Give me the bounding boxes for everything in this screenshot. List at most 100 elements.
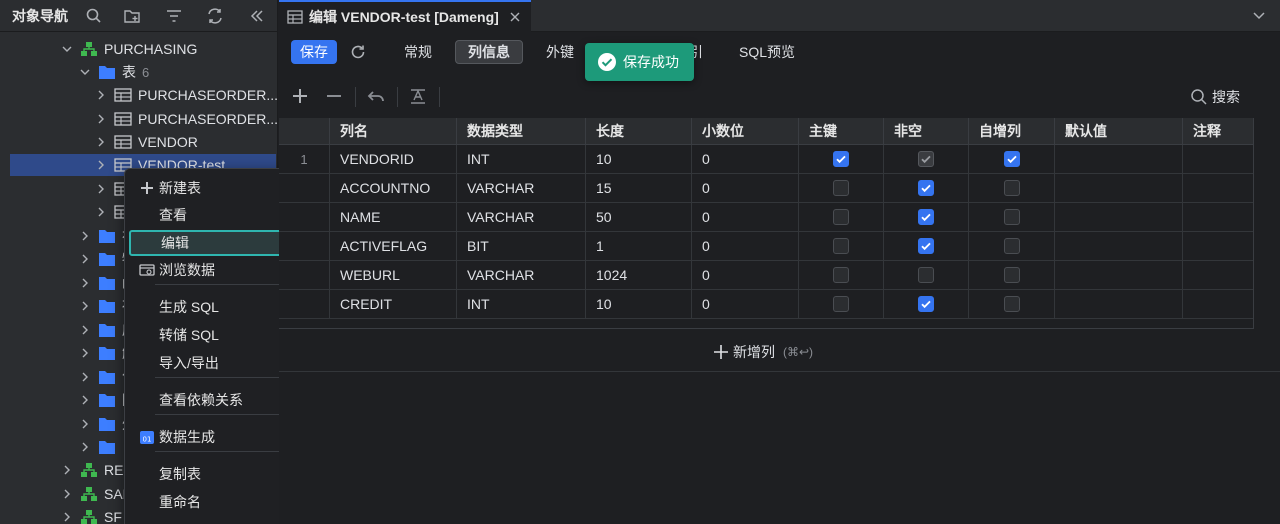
header-default-value[interactable]: 默认值 bbox=[1054, 118, 1182, 144]
cell-comment[interactable] bbox=[1182, 145, 1253, 173]
auto-increment-checkbox[interactable] bbox=[1003, 267, 1020, 283]
refresh-icon[interactable] bbox=[349, 43, 367, 61]
cell-scale[interactable]: 0 bbox=[691, 261, 798, 289]
header-primary-key[interactable]: 主键 bbox=[798, 118, 883, 144]
cell-default-value[interactable] bbox=[1054, 174, 1182, 202]
tree-item-table[interactable]: VENDOR bbox=[96, 131, 198, 153]
not-null-checkbox[interactable] bbox=[918, 267, 934, 283]
search-button[interactable]: 搜索 bbox=[1190, 86, 1240, 108]
chevron-right-icon[interactable] bbox=[80, 231, 90, 241]
tab-edit-vendor-test[interactable]: 编辑 VENDOR-test [Dameng] bbox=[279, 0, 531, 32]
chevron-right-icon[interactable] bbox=[96, 184, 106, 194]
primary-key-checkbox[interactable] bbox=[833, 209, 849, 225]
chevron-right-icon[interactable] bbox=[80, 395, 90, 405]
chevron-right-icon[interactable] bbox=[80, 254, 90, 264]
chevron-right-icon[interactable] bbox=[62, 489, 72, 499]
table-row[interactable]: CREDIT INT 10 0 bbox=[279, 290, 1253, 319]
close-icon[interactable] bbox=[509, 11, 521, 23]
tree-item-folder[interactable]: 表6 bbox=[80, 61, 149, 83]
chevron-right-icon[interactable] bbox=[80, 348, 90, 358]
cell-length[interactable]: 1024 bbox=[585, 261, 691, 289]
cell-data-type[interactable]: VARCHAR bbox=[456, 203, 585, 231]
cell-data-type[interactable]: VARCHAR bbox=[456, 174, 585, 202]
cell-scale[interactable]: 0 bbox=[691, 145, 798, 173]
chevron-right-icon[interactable] bbox=[96, 114, 106, 124]
undo-icon[interactable] bbox=[367, 87, 385, 105]
new-folder-icon[interactable] bbox=[122, 6, 142, 26]
header-length[interactable]: 长度 bbox=[585, 118, 691, 144]
collapse-panel-icon[interactable] bbox=[247, 6, 267, 26]
chevron-down-icon[interactable] bbox=[80, 67, 90, 77]
cell-default-value[interactable] bbox=[1054, 261, 1182, 289]
tree-item-table[interactable]: PURCHASEORDER... bbox=[96, 108, 277, 130]
chevron-right-icon[interactable] bbox=[62, 512, 72, 522]
filter-icon[interactable] bbox=[164, 6, 184, 26]
cell-comment[interactable] bbox=[1182, 203, 1253, 231]
not-null-checkbox[interactable] bbox=[918, 238, 934, 254]
table-row[interactable]: NAME VARCHAR 50 0 bbox=[279, 203, 1253, 232]
tree-item-table[interactable]: PURCHASEORDER... bbox=[96, 84, 277, 106]
cell-length[interactable]: 15 bbox=[585, 174, 691, 202]
cell-length[interactable]: 1 bbox=[585, 232, 691, 260]
cell-column-name[interactable]: VENDORID bbox=[329, 145, 456, 173]
tab-general[interactable]: 常规 bbox=[393, 40, 443, 64]
cell-data-type[interactable]: INT bbox=[456, 145, 585, 173]
not-null-checkbox[interactable] bbox=[918, 296, 934, 312]
tab-columns[interactable]: 列信息 bbox=[455, 40, 523, 64]
save-button[interactable]: 保存 bbox=[291, 40, 337, 64]
cell-default-value[interactable] bbox=[1054, 232, 1182, 260]
remove-icon[interactable] bbox=[325, 87, 343, 105]
auto-increment-checkbox[interactable] bbox=[1003, 151, 1020, 167]
primary-key-checkbox[interactable] bbox=[833, 238, 849, 254]
tree-item-schema[interactable]: RES bbox=[62, 459, 133, 481]
cell-comment[interactable] bbox=[1182, 174, 1253, 202]
chevron-right-icon[interactable] bbox=[80, 278, 90, 288]
text-format-icon[interactable] bbox=[409, 87, 427, 105]
cell-data-type[interactable]: BIT bbox=[456, 232, 585, 260]
cell-comment[interactable] bbox=[1182, 290, 1253, 318]
cell-scale[interactable]: 0 bbox=[691, 203, 798, 231]
auto-increment-checkbox[interactable] bbox=[1003, 238, 1020, 254]
cell-comment[interactable] bbox=[1182, 232, 1253, 260]
table-row[interactable]: ACTIVEFLAG BIT 1 0 bbox=[279, 232, 1253, 261]
tab-sql-preview[interactable]: SQL预览 bbox=[727, 40, 807, 64]
cell-column-name[interactable]: WEBURL bbox=[329, 261, 456, 289]
chevron-right-icon[interactable] bbox=[62, 465, 72, 475]
cell-scale[interactable]: 0 bbox=[691, 290, 798, 318]
cell-column-name[interactable]: NAME bbox=[329, 203, 456, 231]
auto-increment-checkbox[interactable] bbox=[1003, 180, 1020, 196]
table-row[interactable]: 1 VENDORID INT 10 0 bbox=[279, 145, 1253, 174]
auto-increment-checkbox[interactable] bbox=[1003, 209, 1020, 225]
chevron-right-icon[interactable] bbox=[80, 372, 90, 382]
chevron-right-icon[interactable] bbox=[80, 325, 90, 335]
tab-foreign-keys[interactable]: 外键 bbox=[535, 40, 585, 64]
header-data-type[interactable]: 数据类型 bbox=[456, 118, 585, 144]
cell-default-value[interactable] bbox=[1054, 290, 1182, 318]
primary-key-checkbox[interactable] bbox=[833, 296, 849, 312]
chevron-down-icon[interactable] bbox=[1252, 9, 1266, 23]
chevron-right-icon[interactable] bbox=[96, 207, 106, 217]
primary-key-checkbox[interactable] bbox=[833, 151, 849, 167]
cell-length[interactable]: 10 bbox=[585, 145, 691, 173]
sync-icon[interactable] bbox=[205, 6, 225, 26]
not-null-checkbox[interactable] bbox=[918, 209, 934, 225]
chevron-right-icon[interactable] bbox=[96, 137, 106, 147]
chevron-right-icon[interactable] bbox=[80, 419, 90, 429]
chevron-down-icon[interactable] bbox=[62, 44, 72, 54]
cell-length[interactable]: 10 bbox=[585, 290, 691, 318]
chevron-right-icon[interactable] bbox=[96, 90, 106, 100]
not-null-checkbox[interactable] bbox=[918, 151, 934, 167]
cell-comment[interactable] bbox=[1182, 261, 1253, 289]
table-row[interactable]: WEBURL VARCHAR 1024 0 bbox=[279, 261, 1253, 290]
table-row[interactable]: ACCOUNTNO VARCHAR 15 0 bbox=[279, 174, 1253, 203]
tree-item-schema[interactable]: SF bbox=[62, 506, 122, 524]
search-icon[interactable] bbox=[84, 6, 104, 26]
add-icon[interactable] bbox=[291, 87, 309, 105]
chevron-right-icon[interactable] bbox=[80, 442, 90, 452]
not-null-checkbox[interactable] bbox=[918, 180, 934, 196]
auto-increment-checkbox[interactable] bbox=[1003, 296, 1020, 312]
cell-scale[interactable]: 0 bbox=[691, 174, 798, 202]
cell-column-name[interactable]: CREDIT bbox=[329, 290, 456, 318]
cell-data-type[interactable]: INT bbox=[456, 290, 585, 318]
tree-item-schema[interactable]: SAL bbox=[62, 483, 130, 505]
